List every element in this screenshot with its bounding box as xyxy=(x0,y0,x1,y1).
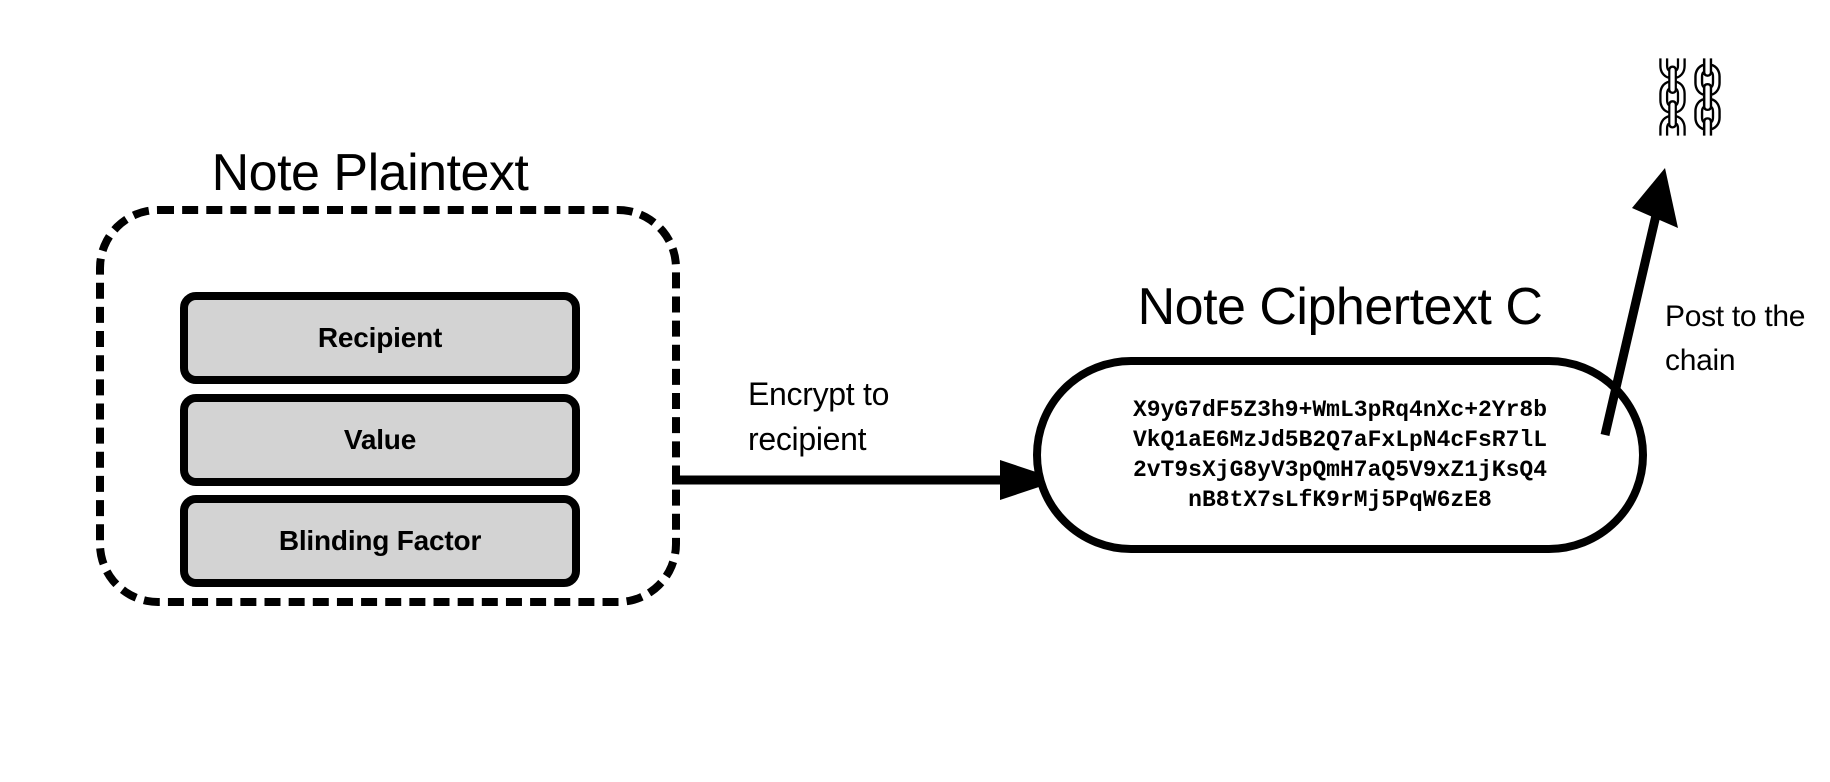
field-label-value: Value xyxy=(343,424,417,455)
field-box-recipient: Recipient xyxy=(180,292,580,384)
ciphertext-body-text: X9yG7dF5Z3h9+WmL3pRq4nXc+2Yr8b VkQ1aE6Mz… xyxy=(1132,397,1548,513)
post-arrow-shaft xyxy=(1600,196,1665,437)
encrypt-label-line-1: Encrypt to xyxy=(748,376,890,412)
diagram-canvas: Note Plaintext Recipient Value Blinding … xyxy=(0,0,1830,782)
post-label-line-2: chain xyxy=(1665,344,1736,377)
post-to-chain-label: Post to the chain xyxy=(1665,295,1830,383)
field-box-blinding-factor: Blinding Factor xyxy=(180,495,580,587)
ciphertext-capsule: X9yG7dF5Z3h9+WmL3pRq4nXc+2Yr8b VkQ1aE6Mz… xyxy=(1033,357,1647,553)
plaintext-title: Note Plaintext xyxy=(211,144,529,202)
encrypt-step-label: Encrypt to recipient xyxy=(748,372,998,462)
encrypt-arrow-icon xyxy=(672,460,1060,500)
post-label-line-1: Post to the xyxy=(1665,300,1806,333)
field-label-blinding-factor: Blinding Factor xyxy=(278,525,482,556)
ciphertext-title: Note Ciphertext C xyxy=(1137,278,1543,336)
field-label-recipient: Recipient xyxy=(317,322,443,353)
field-box-value: Value xyxy=(180,394,580,486)
chains-icon: ⛓ xyxy=(1641,55,1739,140)
